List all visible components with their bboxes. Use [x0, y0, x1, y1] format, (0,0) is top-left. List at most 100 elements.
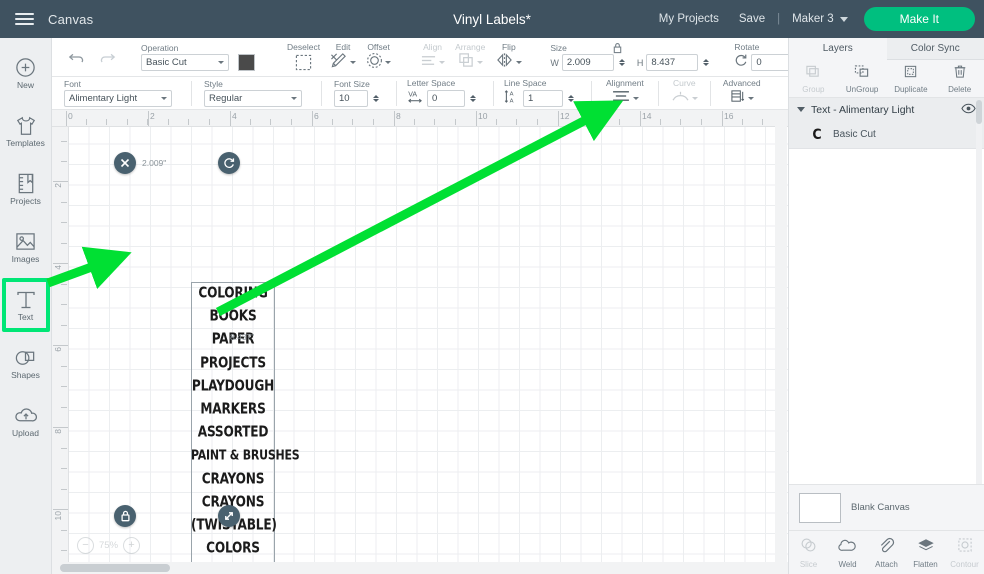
flip-button[interactable]: Flip	[490, 42, 527, 72]
sidebar-item-new[interactable]: New	[1, 48, 51, 100]
ruler-label: 8	[396, 111, 401, 121]
operation-value: Basic Cut	[146, 57, 187, 68]
text-line: PLAYDOUGH	[191, 376, 275, 395]
rotate-handle[interactable]	[218, 152, 240, 174]
operation-color-swatch[interactable]	[238, 54, 255, 71]
zoom-in-button[interactable]: +	[123, 537, 141, 554]
text-line: PROJECTS	[200, 353, 266, 372]
style-value: Regular	[209, 93, 243, 104]
app-header: Canvas Vinyl Labels* My Projects Save | …	[0, 0, 984, 38]
layer-row[interactable]: C Basic Cut	[789, 121, 984, 148]
flatten-button[interactable]: Flatten	[906, 531, 945, 574]
design-canvas[interactable]: COLORING BOOKS PAPER PROJECTS PLAYDOUGH …	[52, 110, 788, 574]
lock-handle[interactable]	[114, 505, 136, 527]
layer-group-header[interactable]: Text - Alimentary Light	[789, 98, 984, 121]
horizontal-scrollbar[interactable]	[52, 562, 788, 574]
contour-icon	[957, 537, 973, 558]
zoom-value: 75%	[99, 540, 119, 551]
offset-button[interactable]: Offset	[361, 42, 396, 72]
chevron-down-icon	[516, 61, 523, 64]
flip-caption: Flip	[501, 42, 516, 52]
text-object[interactable]: COLORING BOOKS PAPER PROJECTS PLAYDOUGH …	[191, 282, 300, 574]
font-caption: Font	[64, 79, 82, 89]
delete-handle[interactable]	[114, 152, 136, 174]
resize-handle[interactable]	[218, 505, 240, 527]
canvas-artboard[interactable]: COLORING BOOKS PAPER PROJECTS PLAYDOUGH …	[69, 127, 788, 574]
hamburger-icon[interactable]	[0, 13, 48, 25]
sidebar-item-label: New	[16, 80, 34, 90]
letter-space-input[interactable]: 0	[427, 90, 465, 107]
layers-scrollbar-thumb[interactable]	[976, 100, 982, 124]
vertical-scrollbar[interactable]	[775, 110, 787, 562]
chevron-down-icon	[161, 97, 167, 100]
image-icon	[14, 232, 37, 251]
height-input[interactable]: 8.437	[646, 54, 699, 71]
zoom-control[interactable]: − 75% +	[77, 537, 141, 554]
delete-button[interactable]: Delete	[935, 60, 984, 97]
ungroup-label: UnGroup	[845, 84, 879, 94]
align-caption: Align	[423, 42, 443, 52]
ungroup-button[interactable]: UnGroup	[838, 60, 887, 97]
tab-color-sync[interactable]: Color Sync	[886, 38, 984, 60]
line-space-input[interactable]: 1	[523, 90, 563, 107]
sidebar-item-templates[interactable]: Templates	[1, 106, 51, 158]
font-size-stepper[interactable]	[373, 95, 379, 102]
edit-icon	[330, 52, 348, 74]
sidebar-item-text[interactable]: Text	[1, 278, 51, 332]
chevron-down-icon	[839, 16, 848, 22]
curve-caption: Curve	[672, 78, 696, 88]
lock-icon[interactable]	[612, 41, 623, 59]
layer-group: Text - Alimentary Light C Basic Cut	[789, 98, 984, 149]
my-projects-button[interactable]: My Projects	[649, 13, 729, 25]
sidebar-item-label: Shapes	[11, 370, 40, 380]
rotate-caption: Rotate	[734, 42, 760, 52]
deselect-button[interactable]: Deselect	[282, 42, 325, 72]
slice-label: Slice	[799, 559, 818, 569]
undo-icon[interactable]	[62, 48, 92, 67]
canvas-label: Canvas	[48, 11, 94, 27]
ruler-label: 4	[232, 111, 237, 121]
operation-select[interactable]: Basic Cut	[141, 54, 229, 71]
alignment-button[interactable]	[611, 89, 639, 108]
weld-button[interactable]: Weld	[828, 531, 867, 574]
sidebar-item-shapes[interactable]: Shapes	[1, 338, 51, 390]
align-button: Align	[415, 42, 450, 72]
zoom-out-button[interactable]: −	[77, 537, 94, 554]
canvas-swatch-label: Blank Canvas	[851, 502, 910, 513]
text-line: CRAYONS	[201, 469, 265, 488]
width-stepper[interactable]	[618, 59, 625, 66]
line-space-stepper[interactable]	[568, 95, 574, 102]
sidebar-item-images[interactable]: Images	[1, 222, 51, 274]
chevron-down-icon[interactable]	[797, 107, 805, 112]
eye-icon[interactable]	[961, 101, 976, 119]
horizontal-scrollbar-thumb[interactable]	[60, 564, 170, 572]
height-stepper[interactable]	[703, 59, 710, 66]
attach-button[interactable]: Attach	[867, 531, 906, 574]
sidebar-item-upload[interactable]: Upload	[1, 396, 51, 448]
duplicate-button[interactable]: Duplicate	[887, 60, 936, 97]
weld-label: Weld	[838, 559, 857, 569]
edit-caption: Edit	[335, 42, 351, 52]
canvas-swatch[interactable]	[799, 492, 841, 523]
make-it-button[interactable]: Make It	[863, 7, 975, 31]
layers-scrollbar[interactable]	[976, 100, 982, 484]
tab-layers[interactable]: Layers	[789, 38, 887, 60]
edit-button[interactable]: Edit	[325, 42, 361, 72]
width-input[interactable]: 2.009	[561, 54, 614, 71]
chevron-down-icon	[291, 97, 297, 100]
layers-list[interactable]: Text - Alimentary Light C Basic Cut	[789, 98, 984, 484]
advanced-button[interactable]	[730, 89, 754, 109]
save-button[interactable]: Save	[729, 13, 775, 25]
redo-icon[interactable]	[92, 48, 122, 67]
sidebar-item-projects[interactable]: Projects	[1, 164, 51, 216]
letter-space-stepper[interactable]	[470, 95, 476, 102]
machine-selector[interactable]: Maker 3	[782, 13, 858, 25]
canvas-background-picker[interactable]: Blank Canvas	[789, 484, 984, 530]
left-rail: New Templates Projects Images Text Shape…	[0, 38, 52, 574]
style-select[interactable]: Regular	[204, 90, 302, 107]
layer-name: Basic Cut	[833, 129, 876, 140]
right-panel-tabs: Layers Color Sync	[789, 38, 984, 60]
horizontal-ruler: 0 2 4 6 8 10 12 14 16	[52, 110, 788, 127]
font-size-input[interactable]: 10	[334, 90, 368, 107]
font-select[interactable]: Alimentary Light	[64, 90, 172, 107]
